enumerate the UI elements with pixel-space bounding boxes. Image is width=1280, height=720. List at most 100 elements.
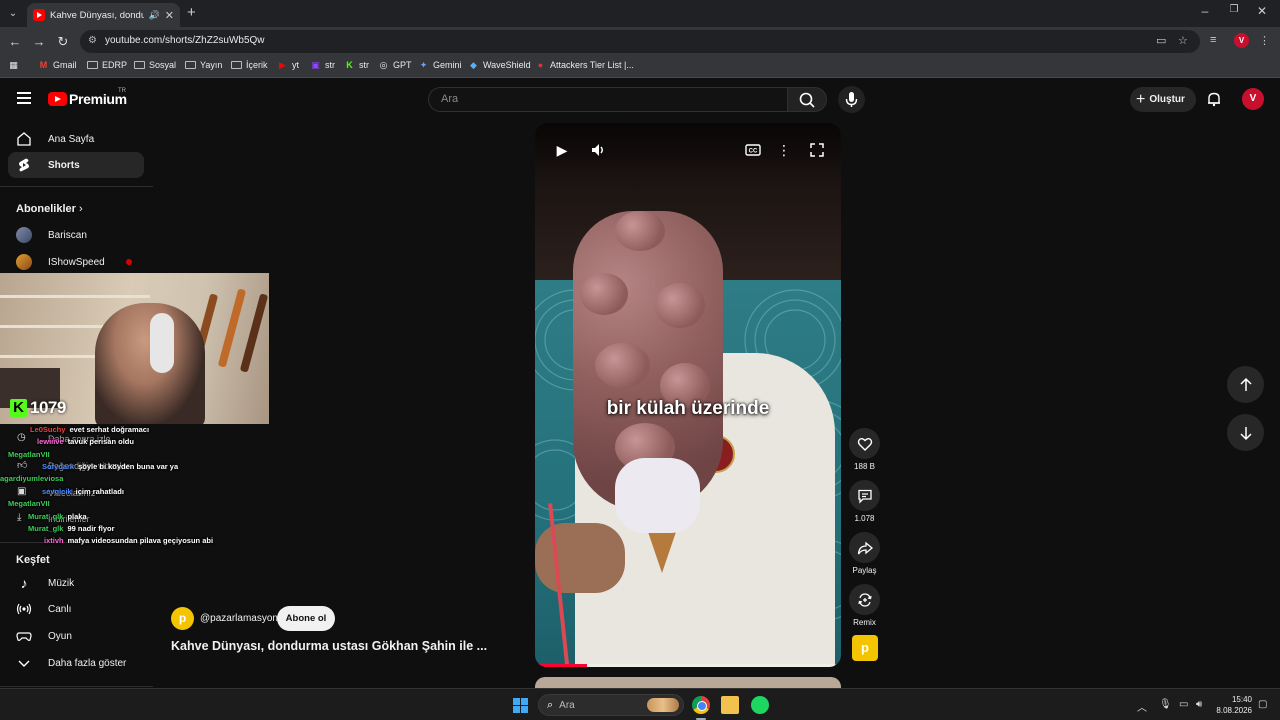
media-controls-icon[interactable]: ≡ [1210, 34, 1216, 46]
folder-icon [134, 61, 145, 69]
subscribe-button[interactable]: Abone ol [277, 606, 335, 631]
sidebar-item-subscription[interactable]: Bariscan [8, 222, 144, 248]
video-title[interactable]: Kahve Dünyası, dondurma ustası Gökhan Şa… [171, 639, 487, 653]
create-button[interactable]: + Oluştur [1130, 87, 1196, 112]
menu-hamburger-icon[interactable] [17, 92, 31, 104]
chat-message: agardiyumleviosa [0, 474, 64, 483]
bookmark-yayin[interactable]: Yayın [185, 60, 222, 70]
volume-tray-icon[interactable]: 🔊︎ [1196, 699, 1202, 710]
site-info-icon[interactable]: ⚙ [88, 35, 100, 47]
comment-icon [857, 489, 872, 504]
microphone-tray-icon[interactable]: 🎙︎ [1159, 699, 1172, 710]
search-input[interactable] [429, 88, 787, 110]
comments-button[interactable] [849, 480, 880, 511]
bookmark-icerik[interactable]: İçerik [231, 60, 268, 70]
channel-handle[interactable]: @pazarlamasyon [200, 613, 278, 624]
remix-button[interactable] [849, 584, 880, 615]
browser-tab-active[interactable]: Kahve Dünyası, dondurma u 🔊 ✕ [27, 3, 180, 27]
sidebar-item-gaming[interactable]: Oyun [8, 623, 144, 649]
folder-icon [231, 61, 242, 69]
bookmarks-bar: ▦ M Gmail EDRP Sosyal Yayın İçerik ▶ yt ▣ s… [0, 56, 1280, 78]
volume-icon[interactable] [588, 141, 608, 159]
bookmark-gemini[interactable]: ✦ Gemini [418, 60, 462, 70]
notifications-bell-icon[interactable] [1206, 91, 1222, 107]
windows-taskbar: ⌕ Ara ︿ 🎙︎ ▭ 🔊︎ 15:40 8.08.2026 ▢ [0, 688, 1280, 720]
captions-icon[interactable]: CC [743, 141, 763, 159]
sidebar-item-subscription[interactable]: IShowSpeed [8, 249, 144, 275]
search-button[interactable] [787, 87, 827, 112]
menu-kebab-icon[interactable]: ⋮ [1259, 34, 1270, 47]
forward-button[interactable]: → [30, 33, 48, 51]
chat-message: Sofydark şöyle bi köyden buna var ya [42, 462, 179, 471]
system-clock[interactable]: 15:40 8.08.2026 [1210, 694, 1252, 716]
ice-cream-scoop [655, 283, 705, 328]
youtube-logo-icon[interactable] [48, 92, 67, 106]
ice-cream-scoop [615, 211, 665, 251]
play-icon[interactable]: ▶ [552, 141, 572, 159]
minimize-button[interactable]: – [1195, 4, 1215, 18]
sidebar-item-label: IShowSpeed [48, 256, 105, 268]
sidebar-item-live[interactable]: Canlı [8, 596, 144, 622]
new-tab-button[interactable]: + [187, 5, 196, 21]
share-label: Paylaş [852, 566, 877, 575]
bookmark-str-twitch[interactable]: ▣ str [310, 60, 335, 70]
channel-avatar[interactable]: p [171, 607, 194, 630]
voice-search-button[interactable] [838, 86, 865, 113]
restore-button[interactable]: ❐ [1224, 4, 1244, 15]
close-window-button[interactable]: ✕ [1252, 4, 1272, 18]
waveshield-icon: ◆ [470, 60, 477, 70]
tray-overflow-icon[interactable]: ︿ [1137, 699, 1147, 714]
share-button[interactable] [849, 532, 880, 563]
chat-message: lewiiive tavuk perisan oldu [37, 437, 134, 446]
more-options-icon[interactable]: ⋮ [774, 141, 794, 159]
extension-profile-icon[interactable]: V [1234, 33, 1249, 48]
reload-button[interactable]: ↻ [54, 33, 72, 51]
back-button[interactable]: ← [6, 33, 24, 51]
youtube-favicon-icon [33, 9, 45, 21]
cast-icon[interactable]: ▭ [1156, 34, 1166, 47]
video-top-gradient [535, 123, 841, 183]
search-field[interactable] [428, 87, 787, 112]
chrome-icon[interactable] [692, 696, 710, 714]
address-bar[interactable]: ⚙ youtube.com/shorts/ZhZ2suWb5Qw ▭ ☆ [80, 30, 1200, 53]
spotify-icon[interactable] [751, 696, 769, 714]
network-icon[interactable]: ▭ [1179, 699, 1188, 710]
tab-close-icon[interactable]: ✕ [165, 9, 174, 22]
sidebar-item-show-more[interactable]: Daha fazla göster [8, 650, 144, 676]
bookmark-waveshield[interactable]: ◆ WaveShield [468, 60, 531, 70]
like-button[interactable] [849, 428, 880, 459]
sidebar-item-home[interactable]: Ana Sayfa [8, 126, 144, 152]
channel-thumbnail[interactable]: p [852, 635, 878, 661]
windows-start-icon[interactable] [513, 698, 528, 713]
subscriptions-header[interactable]: Abonelikler › [16, 203, 83, 215]
shorts-video-player[interactable]: ▶ CC ⋮ bir külah üzerinde [535, 123, 841, 667]
notification-center-icon[interactable]: ▢ [1258, 699, 1267, 710]
apps-grid-icon[interactable]: ▦ [8, 60, 19, 70]
chevron-down-icon [16, 655, 32, 671]
clock-date: 8.08.2026 [1216, 706, 1252, 715]
sidebar-item-music[interactable]: ♪ Müzik [8, 570, 144, 596]
chevron-right-icon: › [78, 203, 83, 215]
bookmark-sosyal[interactable]: Sosyal [134, 60, 176, 70]
next-short-button[interactable] [1227, 414, 1264, 451]
tab-search-button[interactable]: ⌄ [4, 5, 22, 23]
bookmark-star-icon[interactable]: ☆ [1178, 34, 1188, 47]
video-progress-bar[interactable] [535, 664, 841, 667]
account-avatar[interactable]: V [1242, 88, 1264, 110]
previous-short-button[interactable] [1227, 366, 1264, 403]
bookmark-str-kick[interactable]: Kstr [344, 60, 369, 70]
sidebar-item-shorts[interactable]: Shorts [8, 152, 144, 178]
taskbar-search[interactable]: ⌕ Ara [538, 694, 684, 716]
bookmark-gmail[interactable]: M Gmail [38, 60, 77, 70]
bookmark-yt[interactable]: ▶ yt [277, 60, 299, 70]
file-explorer-icon[interactable] [721, 696, 739, 714]
search-highlight-image [647, 698, 679, 712]
sidebar-item-label: Müzik [48, 577, 75, 589]
tab-audio-icon[interactable]: 🔊 [149, 10, 160, 21]
folder-icon [185, 61, 196, 69]
bookmark-gpt[interactable]: ◎ GPT [378, 60, 412, 70]
fullscreen-icon[interactable] [807, 141, 827, 159]
bookmark-edrp[interactable]: EDRP [87, 60, 127, 70]
sidebar-divider [0, 186, 153, 187]
bookmark-attackers-tier-list[interactable]: ● Attackers Tier List |... [535, 60, 634, 70]
